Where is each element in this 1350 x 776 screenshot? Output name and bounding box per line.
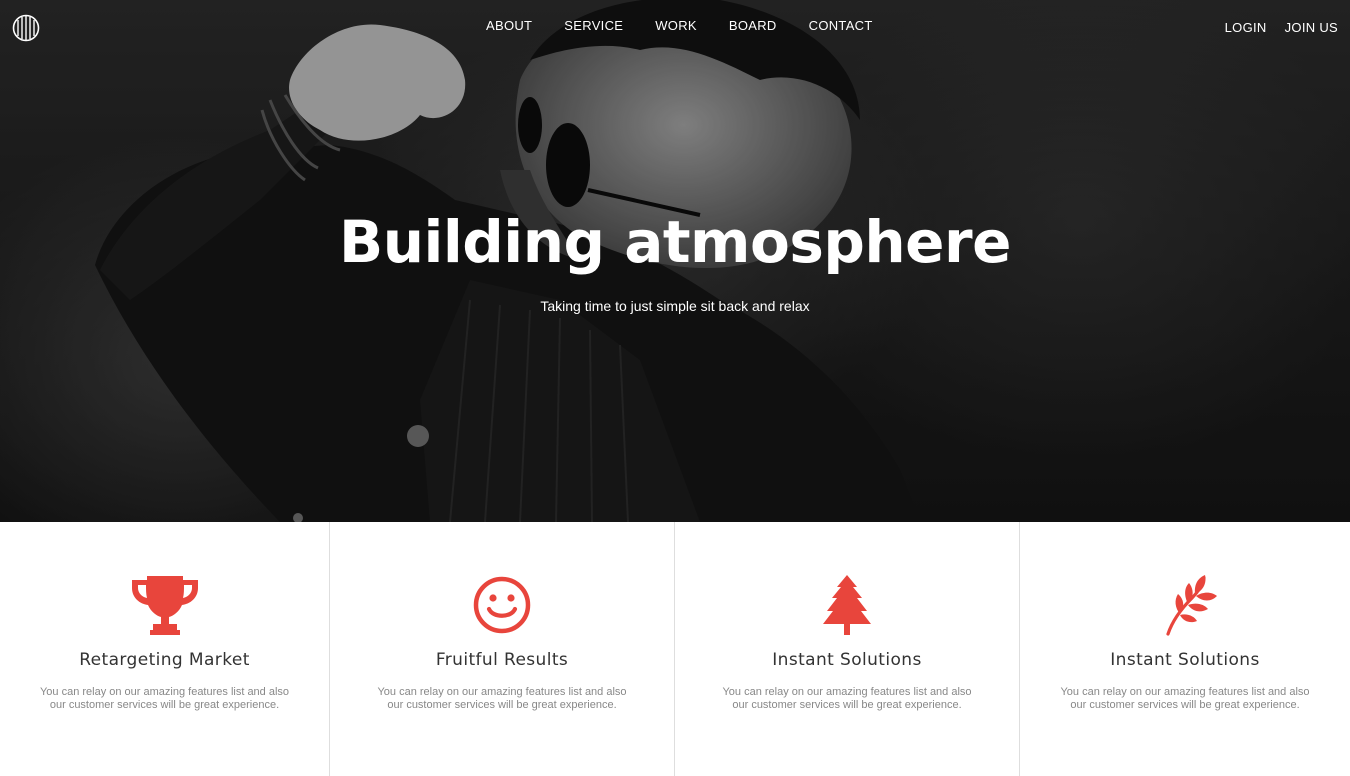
feature-card: Fruitful Results You can relay on our am… bbox=[330, 522, 675, 776]
feature-description: You can relay on our amazing features li… bbox=[39, 686, 290, 711]
tree-icon bbox=[823, 575, 871, 635]
nav-item-service[interactable]: SERVICE bbox=[564, 18, 623, 33]
hero-section: ABOUT SERVICE WORK BOARD CONTACT LOGIN J… bbox=[0, 0, 1350, 522]
features-section: Retargeting Market You can relay on our … bbox=[0, 522, 1350, 776]
main-nav: ABOUT SERVICE WORK BOARD CONTACT bbox=[486, 18, 905, 33]
feature-description: You can relay on our amazing features li… bbox=[377, 686, 627, 711]
logo-icon[interactable] bbox=[12, 13, 40, 43]
feature-card: Instant Solutions You can relay on our a… bbox=[675, 522, 1020, 776]
nav-item-work[interactable]: WORK bbox=[655, 18, 697, 33]
feature-title: Instant Solutions bbox=[772, 650, 922, 670]
nav-item-contact[interactable]: CONTACT bbox=[809, 18, 873, 33]
feature-card: Retargeting Market You can relay on our … bbox=[0, 522, 330, 776]
feature-title: Fruitful Results bbox=[435, 650, 569, 670]
feature-description: You can relay on our amazing features li… bbox=[1060, 686, 1310, 711]
nav-item-board[interactable]: BOARD bbox=[729, 18, 777, 33]
feature-title: Instant Solutions bbox=[1110, 650, 1260, 670]
hero-subtitle: Taking time to just simple sit back and … bbox=[540, 298, 810, 314]
leaf-branch-icon bbox=[1166, 575, 1217, 636]
feature-description: You can relay on our amazing features li… bbox=[722, 686, 972, 711]
smiley-icon bbox=[473, 576, 531, 634]
auth-links: LOGIN JOIN US bbox=[1207, 20, 1338, 35]
join-us-link[interactable]: JOIN US bbox=[1285, 20, 1338, 35]
feature-title: Retargeting Market bbox=[79, 650, 250, 670]
login-link[interactable]: LOGIN bbox=[1225, 20, 1267, 35]
nav-item-about[interactable]: ABOUT bbox=[486, 18, 532, 33]
trophy-icon bbox=[131, 576, 198, 635]
hero-title: Building atmosphere bbox=[339, 208, 1011, 276]
feature-card: Instant Solutions You can relay on our a… bbox=[1020, 522, 1350, 776]
